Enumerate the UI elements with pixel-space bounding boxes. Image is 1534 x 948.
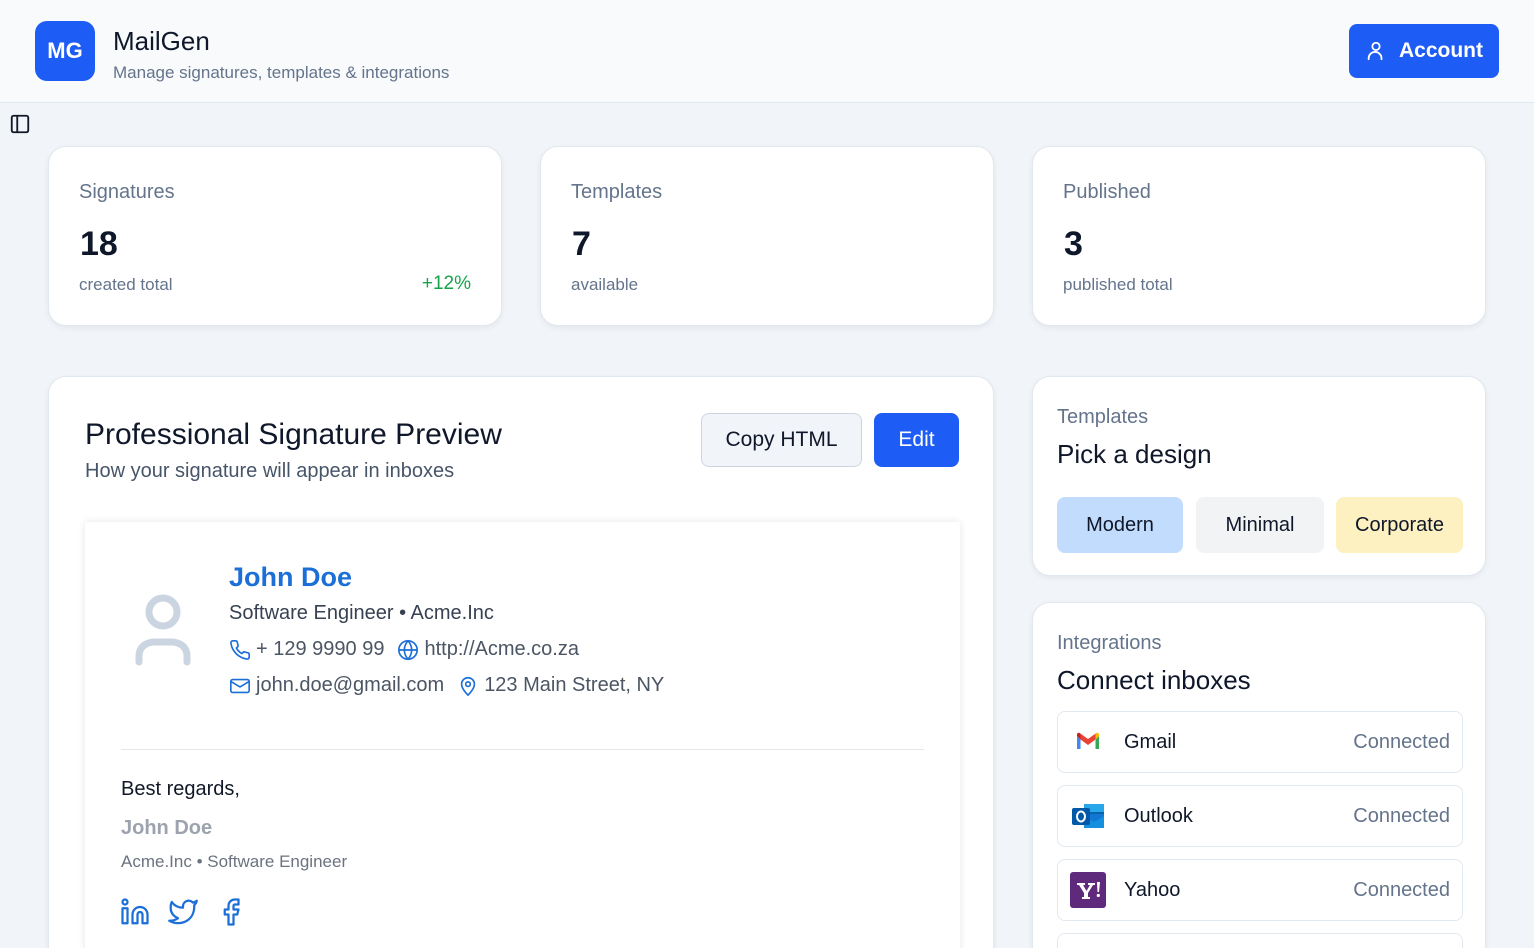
preview-subtitle: How your signature will appear in inboxe… — [85, 460, 455, 482]
gmail-icon — [1077, 732, 1099, 749]
copy-html-button[interactable]: Copy HTML — [701, 413, 862, 467]
phone-icon — [230, 639, 250, 660]
signature-footer-name: John Doe — [121, 817, 213, 839]
app-logo: MG — [35, 21, 95, 81]
signature-divider — [121, 749, 924, 750]
signature-phone: + 129 9990 99 — [256, 638, 385, 660]
outlook-icon — [1072, 804, 1104, 828]
integration-name: Outlook — [1124, 805, 1193, 827]
app-title: MailGen — [113, 26, 210, 56]
twitter-icon[interactable] — [168, 897, 198, 927]
signature-footer-company: Acme.Inc • Software Engineer — [121, 852, 348, 871]
stat-caption: created total — [79, 275, 173, 294]
template-modern-button[interactable]: Modern — [1057, 497, 1183, 553]
account-button[interactable]: Account — [1349, 24, 1499, 78]
integration-name: Gmail — [1124, 731, 1177, 753]
integration-status: Connected — [1353, 879, 1450, 901]
linkedin-icon[interactable] — [120, 897, 150, 927]
avatar-placeholder-icon — [135, 594, 191, 666]
template-minimal-button[interactable]: Minimal — [1196, 497, 1324, 553]
stat-label: Published — [1063, 181, 1151, 203]
stat-card-published: Published 3 published total — [1032, 146, 1486, 326]
integration-status: Connected — [1353, 731, 1450, 753]
stat-caption: published total — [1063, 275, 1173, 294]
signature-role: Software Engineer • Acme.Inc — [229, 602, 494, 624]
signature-preview-card: Professional Signature Preview How your … — [48, 376, 994, 948]
integration-row-gmail[interactable]: Gmail Connected — [1057, 711, 1463, 773]
stat-value: 18 — [80, 225, 118, 263]
edit-button[interactable]: Edit — [874, 413, 959, 467]
app-header: MG MailGen Manage signatures, templates … — [0, 0, 1534, 103]
integrations-card: Integrations Connect inboxes Gmail Conne… — [1032, 602, 1486, 948]
signature-name: John Doe — [229, 562, 353, 592]
template-corporate-button[interactable]: Corporate — [1336, 497, 1463, 553]
templates-title: Pick a design — [1057, 439, 1212, 469]
signature-address: 123 Main Street, NY — [484, 674, 665, 696]
globe-icon — [398, 639, 419, 660]
templates-label: Templates — [1057, 406, 1149, 428]
stat-delta: +12% — [421, 273, 471, 294]
account-label: Account — [1399, 39, 1483, 62]
yahoo-icon — [1070, 872, 1106, 908]
signature-contact-row: john.doe@gmail.com 123 Main Street, NY — [229, 674, 664, 697]
signature-email[interactable]: john.doe@gmail.com — [256, 674, 444, 697]
integration-row-yahoo[interactable]: Yahoo Connected — [1057, 859, 1463, 921]
user-icon — [1367, 41, 1383, 61]
integration-name: Yahoo — [1124, 879, 1181, 901]
signature-contact-row: + 129 9990 99 http://Acme.co.za — [229, 638, 579, 661]
integration-status: Connected — [1353, 805, 1450, 827]
stat-value: 3 — [1064, 225, 1083, 263]
stat-value: 7 — [572, 225, 591, 263]
stat-card-signatures: Signatures 18 created total +12% — [48, 146, 502, 326]
stat-card-templates: Templates 7 available — [540, 146, 994, 326]
signature-regards: Best regards, — [121, 778, 240, 800]
templates-card: Templates Pick a design Modern Minimal C… — [1032, 376, 1486, 576]
stat-label: Templates — [571, 181, 663, 203]
integrations-title: Connect inboxes — [1057, 665, 1251, 695]
app-subtitle: Manage signatures, templates & integrati… — [113, 63, 450, 82]
mail-icon — [230, 678, 250, 693]
sidebar-toggle-icon[interactable] — [9, 113, 31, 135]
signature-website[interactable]: http://Acme.co.za — [424, 638, 579, 661]
facebook-icon[interactable] — [216, 897, 246, 927]
integration-row-outlook[interactable]: Outlook Connected — [1057, 785, 1463, 847]
integration-row-partial[interactable] — [1057, 933, 1463, 948]
preview-title: Professional Signature Preview — [85, 418, 502, 451]
stat-label: Signatures — [79, 181, 175, 203]
map-pin-icon — [460, 676, 476, 696]
integrations-label: Integrations — [1057, 632, 1162, 654]
signature-preview: John Doe Software Engineer • Acme.Inc + … — [85, 522, 960, 948]
stat-caption: available — [571, 275, 639, 294]
